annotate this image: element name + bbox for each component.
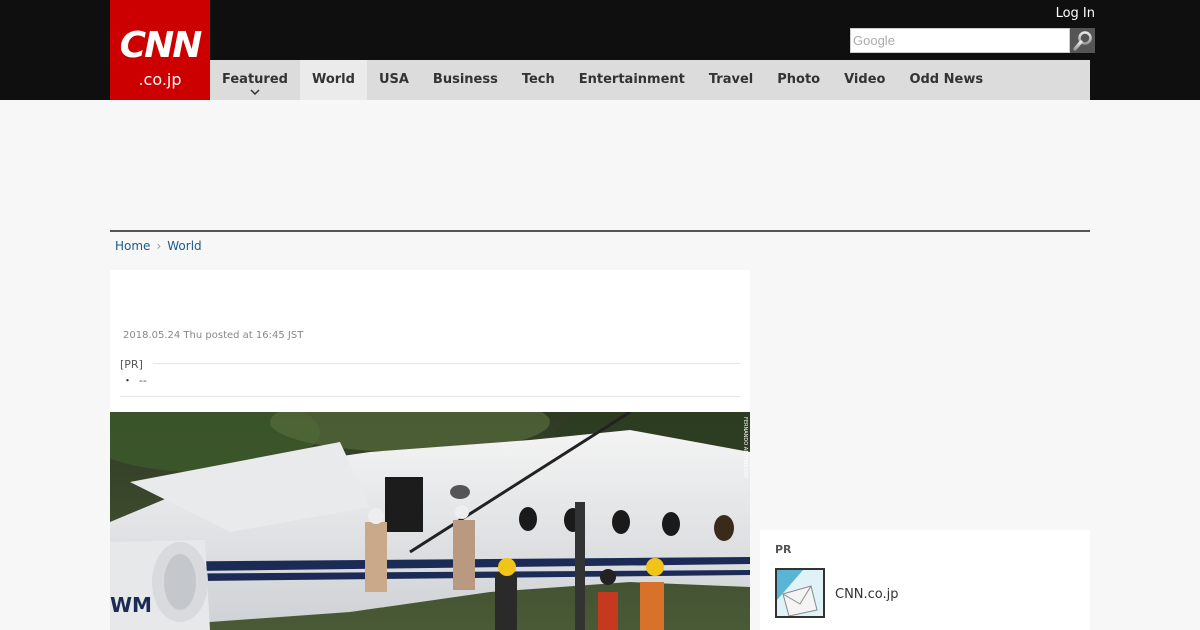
sidebar-pr-title: PR bbox=[775, 543, 792, 556]
nav-item-odd-news[interactable]: Odd News bbox=[897, 60, 995, 100]
logo-sub-text: .co.jp bbox=[138, 70, 182, 89]
envelope-icon bbox=[777, 570, 823, 616]
nav-item-video[interactable]: Video bbox=[832, 60, 897, 100]
section-divider bbox=[110, 230, 1090, 232]
nav-item-label: Business bbox=[432, 72, 498, 87]
nav-item-business[interactable]: Business bbox=[421, 60, 510, 100]
nav-item-entertainment[interactable]: Entertainment bbox=[567, 60, 697, 100]
nav-item-label: Tech bbox=[521, 72, 555, 87]
login-link[interactable]: Log In bbox=[1056, 6, 1095, 22]
article-card: 2018.05.24 Thu posted at 16:45 JST [PR] … bbox=[110, 270, 750, 630]
nav-item-photo[interactable]: Photo bbox=[765, 60, 832, 100]
nav-item-travel[interactable]: Travel bbox=[697, 60, 765, 100]
sidebar-pr-thumbnail[interactable] bbox=[775, 568, 825, 618]
nav-item-label: Video bbox=[844, 72, 886, 87]
search-icon bbox=[1072, 30, 1092, 51]
photo-credit: FERNANDO ANTONIO/AP bbox=[742, 417, 748, 478]
breadcrumb-world[interactable]: World bbox=[167, 238, 201, 254]
divider bbox=[153, 363, 740, 364]
sidebar-pr-item-name[interactable]: CNN.co.jp bbox=[835, 587, 899, 603]
plane-lettering: WM bbox=[110, 593, 152, 617]
pr-label: [PR] bbox=[120, 358, 143, 371]
search-box bbox=[850, 28, 1095, 53]
nav-item-label: World bbox=[311, 72, 355, 87]
search-button[interactable] bbox=[1070, 28, 1095, 53]
nav-item-label: Featured bbox=[222, 72, 288, 87]
top-bar: CNN .co.jp Log In Featured bbox=[0, 0, 1200, 100]
nav-item-usa[interactable]: USA bbox=[367, 60, 421, 100]
bullet: ・ bbox=[122, 374, 133, 387]
breadcrumb: Home › World bbox=[115, 238, 202, 254]
nav-item-label: Travel bbox=[708, 72, 754, 87]
nav-item-featured[interactable]: Featured bbox=[210, 60, 300, 100]
nav-item-label: Photo bbox=[777, 72, 821, 87]
chevron-down-icon bbox=[250, 88, 260, 98]
nav-item-tech[interactable]: Tech bbox=[510, 60, 567, 100]
article-photo[interactable]: WM FERNANDO ANTONIO/AP bbox=[110, 412, 750, 630]
chevron-right-icon: › bbox=[156, 239, 162, 253]
pr-link-text: -- bbox=[139, 374, 147, 387]
posted-timestamp: 2018.05.24 Thu posted at 16:45 JST bbox=[123, 330, 304, 341]
pr-link[interactable]: ・ -- bbox=[122, 374, 147, 388]
cnn-logo[interactable]: CNN .co.jp bbox=[110, 0, 210, 100]
sidebar-pr-box: PR CNN.co.jp bbox=[760, 530, 1090, 630]
breadcrumb-home[interactable]: Home bbox=[115, 238, 150, 254]
logo-main-text: CNN bbox=[119, 25, 203, 66]
nav-item-label: Odd News bbox=[909, 72, 984, 87]
nav-item-label: Entertainment bbox=[578, 72, 685, 87]
nav-item-world[interactable]: World bbox=[299, 60, 367, 100]
search-input[interactable] bbox=[850, 28, 1070, 53]
nav-item-label: USA bbox=[378, 72, 409, 87]
main-nav: Featured World USA Business Tech Enterta… bbox=[210, 60, 1090, 100]
divider bbox=[120, 396, 740, 397]
